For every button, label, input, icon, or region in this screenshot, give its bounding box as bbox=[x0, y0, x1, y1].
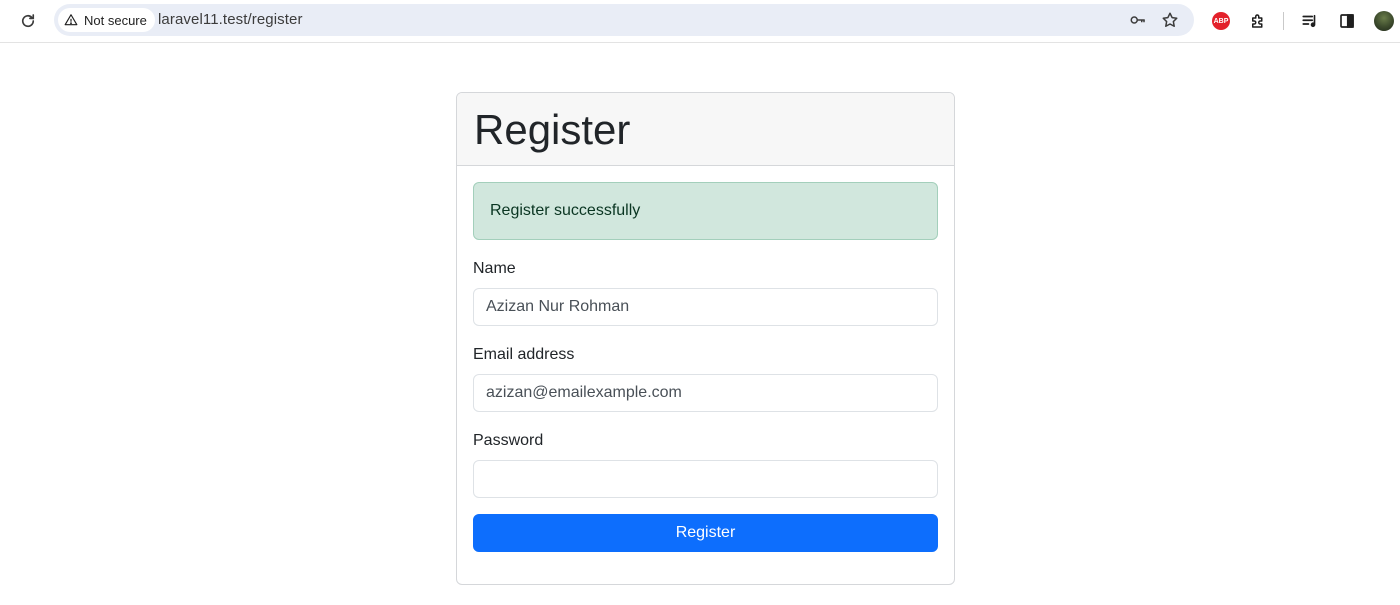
password-field[interactable] bbox=[473, 460, 938, 498]
toolbar-divider bbox=[1283, 12, 1284, 30]
browser-toolbar: Not secure laravel11.test/register ABP bbox=[0, 0, 1400, 43]
avatar-image bbox=[1374, 11, 1394, 31]
register-card: Register Register successfully Name Emai… bbox=[456, 92, 955, 585]
email-group: Email address bbox=[473, 346, 938, 412]
name-field[interactable] bbox=[473, 288, 938, 326]
name-label: Name bbox=[473, 260, 516, 277]
extensions-icon[interactable] bbox=[1245, 8, 1271, 34]
email-field[interactable] bbox=[473, 374, 938, 412]
name-group: Name bbox=[473, 260, 938, 326]
media-queue-icon[interactable] bbox=[1297, 8, 1323, 34]
security-label: Not secure bbox=[84, 12, 147, 28]
email-label: Email address bbox=[473, 346, 575, 363]
alert-text: Register successfully bbox=[490, 202, 641, 219]
reload-icon[interactable] bbox=[15, 8, 41, 34]
adblock-badge: ABP bbox=[1212, 12, 1230, 30]
address-bar[interactable]: Not secure laravel11.test/register bbox=[54, 4, 1194, 36]
warning-icon bbox=[64, 14, 78, 26]
success-alert: Register successfully bbox=[473, 182, 938, 240]
star-icon[interactable] bbox=[1157, 7, 1183, 33]
card-header: Register bbox=[457, 93, 954, 166]
key-icon[interactable] bbox=[1125, 7, 1151, 33]
register-button[interactable]: Register bbox=[473, 514, 938, 552]
side-panel-icon[interactable] bbox=[1334, 8, 1360, 34]
page-title: Register bbox=[474, 106, 631, 153]
profile-avatar[interactable] bbox=[1371, 8, 1397, 34]
card-body: Register successfully Name Email address… bbox=[457, 166, 954, 568]
url-text[interactable]: laravel11.test/register bbox=[158, 11, 303, 28]
adblock-icon[interactable]: ABP bbox=[1208, 8, 1234, 34]
security-chip[interactable]: Not secure bbox=[58, 8, 155, 32]
password-label: Password bbox=[473, 432, 544, 449]
password-group: Password bbox=[473, 432, 938, 498]
